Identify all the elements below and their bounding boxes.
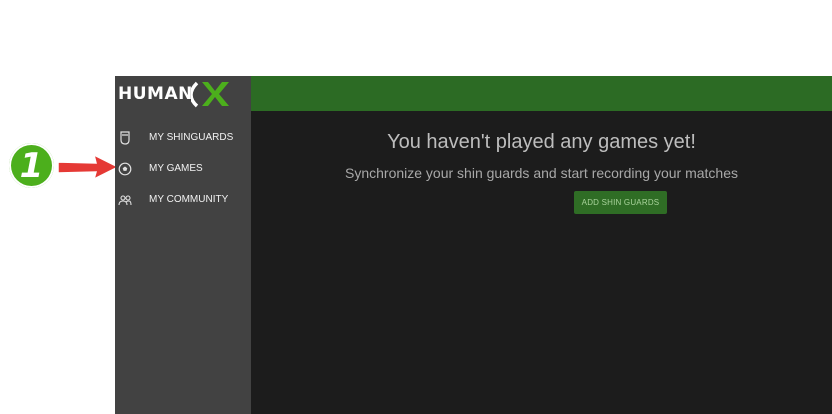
humanx-logo[interactable]: HUMAN [115,76,251,112]
add-shin-guards-button[interactable]: ADD SHIN GUARDS [574,191,667,214]
sidebar-item-label: MY COMMUNITY [149,194,229,205]
top-app-bar [251,76,832,111]
logo-x-mark-icon [190,81,229,108]
sidebar-item-label: MY GAMES [149,163,203,174]
sidebar-item-my-shinguards[interactable]: MY SHINGUARDS [115,122,251,153]
shinguard-icon [115,128,135,148]
sidebar-item-label: MY SHINGUARDS [149,132,234,143]
games-content: You haven't played any games yet! Synchr… [251,111,832,414]
soccer-ball-icon [115,159,135,179]
empty-state-title: You haven't played any games yet! [387,131,696,153]
callout-arrow-icon [57,153,120,181]
step-number-badge: 1 [9,143,54,188]
sidebar-item-my-games[interactable]: MY GAMES [115,153,251,184]
sidebar-item-my-community[interactable]: MY COMMUNITY [115,184,251,215]
step-number: 1 [19,145,44,186]
sidebar: HUMAN MY SHINGUARDS MY GAMES MY COMMUNIT… [115,76,251,414]
community-icon [115,190,135,210]
app-window: HUMAN MY SHINGUARDS MY GAMES MY COMMUNIT… [115,76,832,414]
logo-text: HUMAN [118,84,193,104]
sidebar-nav: MY SHINGUARDS MY GAMES MY COMMUNITY [115,122,251,215]
empty-state-subtitle: Synchronize your shin guards and start r… [345,165,738,181]
